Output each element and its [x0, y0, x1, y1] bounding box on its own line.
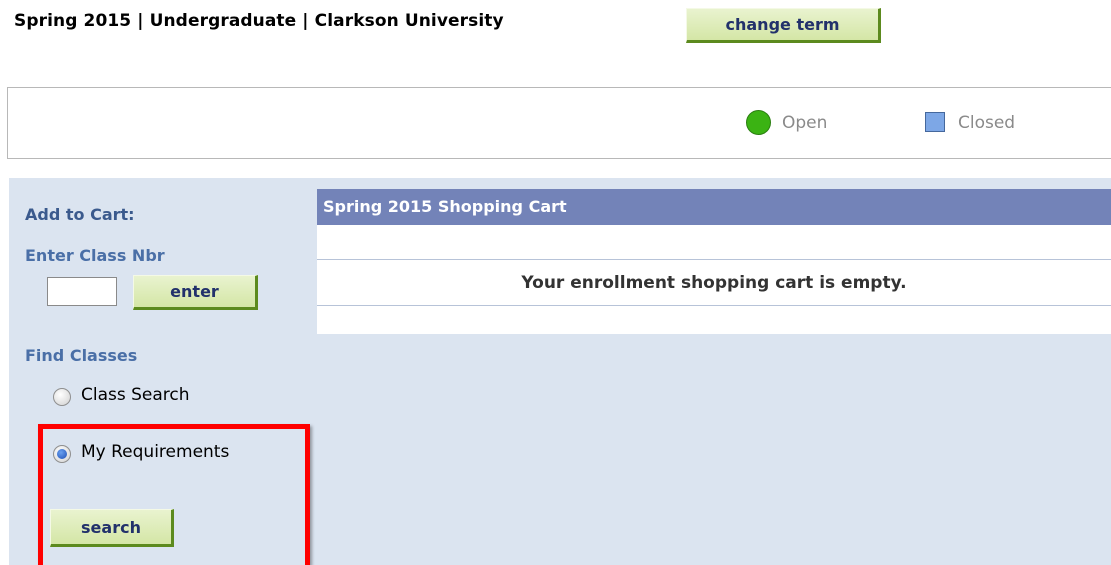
legend-open-label: Open [782, 113, 828, 133]
open-circle-icon [746, 110, 771, 135]
enter-class-nbr-label: Enter Class Nbr [25, 246, 165, 265]
cart-divider [317, 305, 1111, 306]
change-term-button[interactable]: change term [686, 8, 881, 43]
highlight-annotation-box [38, 424, 310, 565]
class-search-label[interactable]: Class Search [81, 385, 190, 405]
add-to-cart-heading: Add to Cart: [25, 205, 135, 224]
legend-closed-label: Closed [958, 113, 1016, 133]
cart-title: Spring 2015 Shopping Cart [317, 189, 1111, 225]
enter-button[interactable]: enter [133, 275, 258, 310]
closed-square-icon [925, 112, 945, 132]
cart-divider [317, 259, 1111, 260]
legend-bar [7, 87, 1111, 159]
find-classes-heading: Find Classes [25, 346, 138, 365]
term-info: Spring 2015 | Undergraduate | Clarkson U… [14, 11, 504, 31]
class-nbr-input[interactable] [47, 277, 117, 306]
class-search-radio[interactable] [53, 388, 71, 406]
shopping-cart: Spring 2015 Shopping Cart Your enrollmen… [317, 189, 1111, 334]
cart-empty-message: Your enrollment shopping cart is empty. [521, 273, 907, 293]
